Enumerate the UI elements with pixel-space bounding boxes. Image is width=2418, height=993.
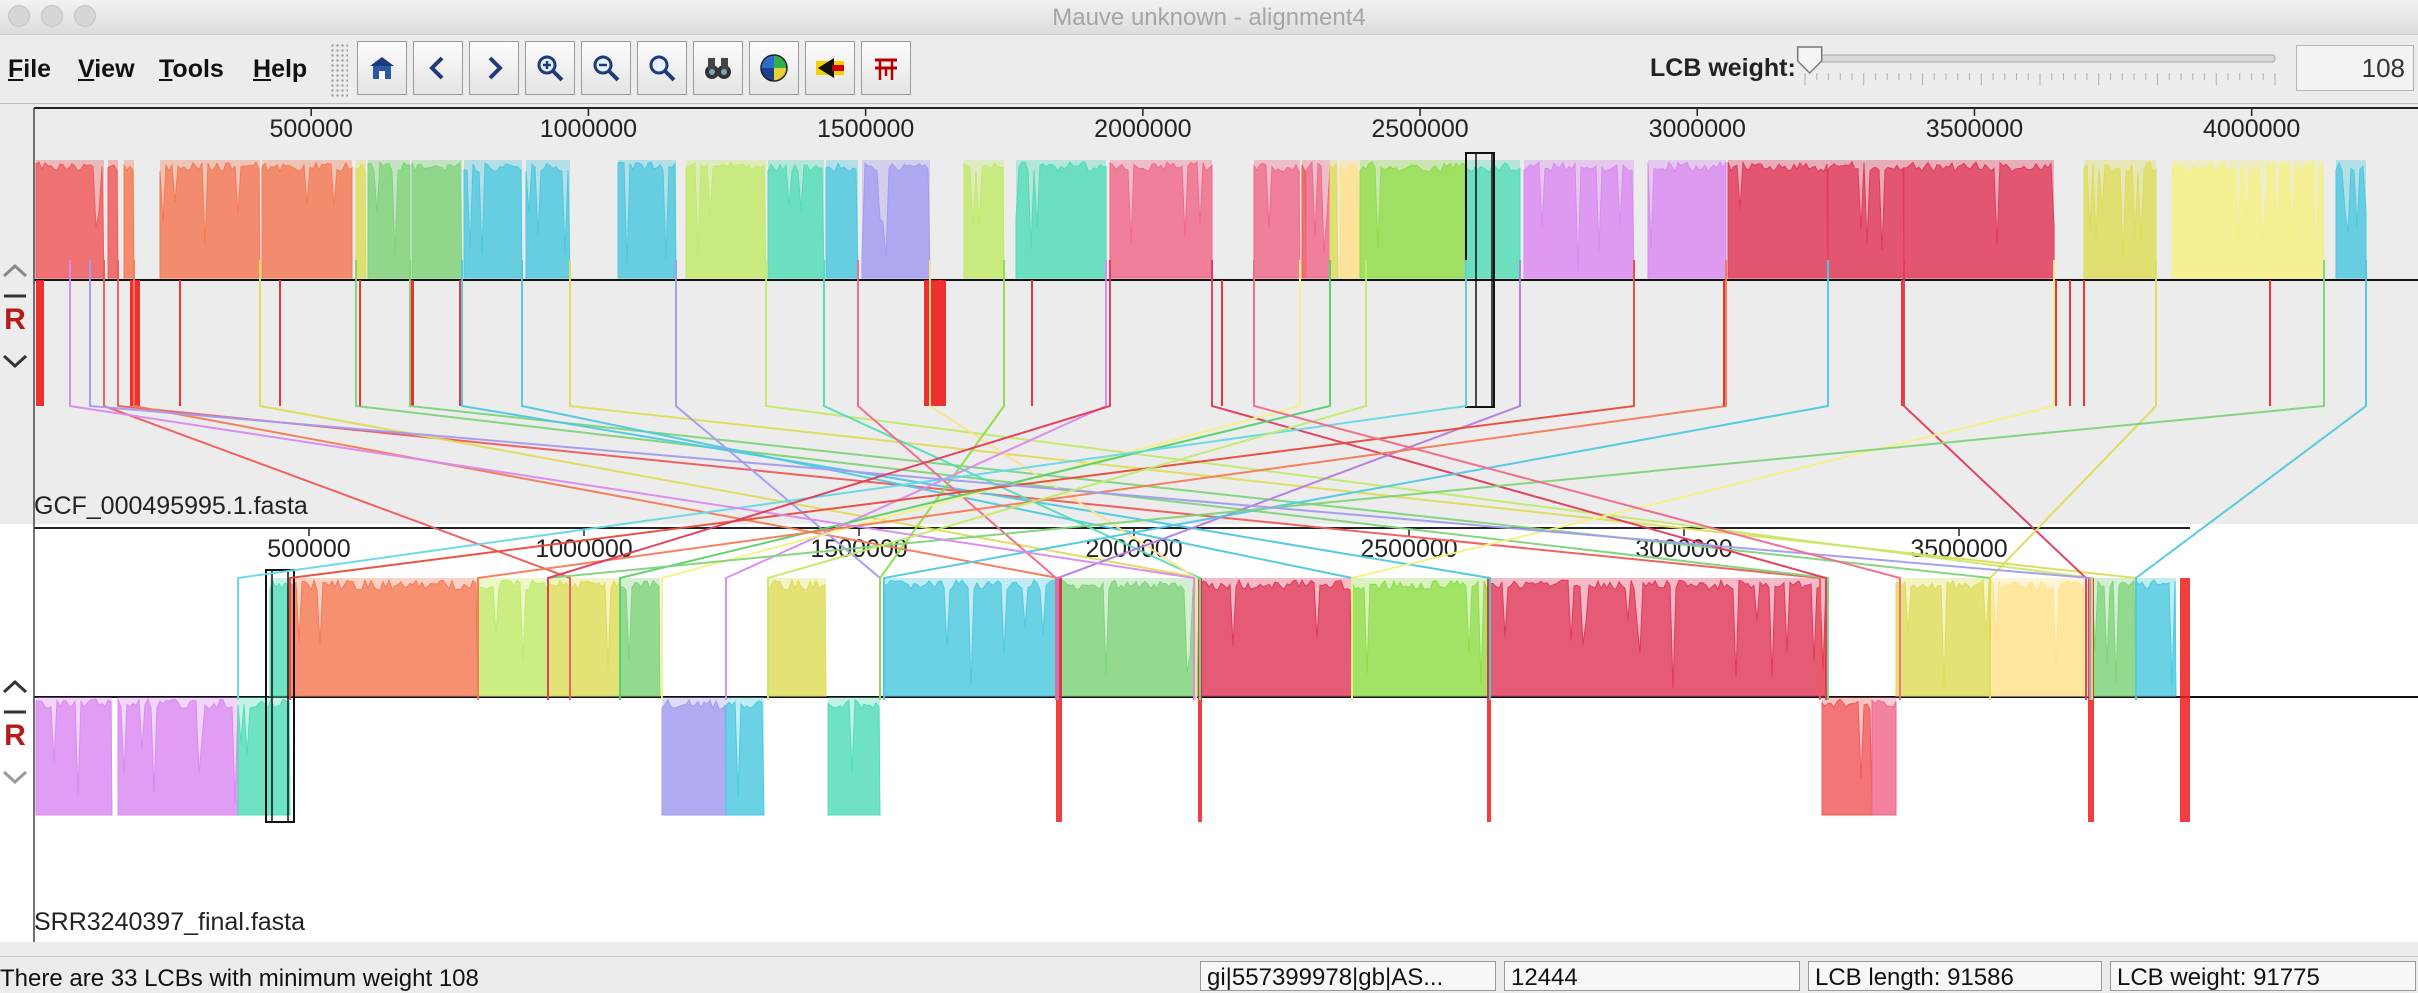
reference-icon[interactable]: R — [4, 719, 26, 752]
reference-icon[interactable]: R — [4, 303, 26, 336]
lcb-weight-status-field: LCB weight: 91775 — [2110, 961, 2416, 991]
svg-text:R: R — [4, 303, 26, 336]
menu-help[interactable]: Help — [253, 55, 307, 84]
menu-view-mnemonic: V — [78, 55, 95, 83]
zoom-out-icon — [593, 55, 620, 82]
lcb-length-field: LCB length: 91586 — [1808, 961, 2102, 991]
move-down-icon[interactable] — [2, 770, 28, 785]
align-bars-icon — [875, 58, 897, 80]
title-bar: Mauve unknown - alignment4 — [0, 0, 2418, 35]
move-up-icon[interactable] — [2, 263, 28, 278]
panel1-controls: R — [2, 263, 28, 369]
scroll-right-button[interactable] — [469, 41, 519, 95]
color-wheel-icon — [760, 54, 788, 82]
binoculars-button[interactable] — [693, 41, 743, 95]
highlight-arrow-button[interactable] — [805, 41, 855, 95]
align-bars-button[interactable] — [861, 41, 911, 95]
genome-name-1: GCF_000495995.1.fasta — [34, 492, 308, 520]
scroll-left-icon — [429, 56, 444, 80]
binoculars-icon — [705, 58, 731, 79]
status-message: There are 33 LCBs with minimum weight 10… — [0, 965, 479, 992]
menu-view[interactable]: View — [78, 55, 135, 84]
menu-tools-mnemonic: T — [159, 55, 173, 83]
menu-help-label: elp — [271, 55, 308, 83]
menu-file-mnemonic: F — [8, 55, 24, 83]
panel2-controls: R — [2, 679, 28, 785]
zoom-out-button[interactable] — [581, 41, 631, 95]
window-title: Mauve unknown - alignment4 — [1052, 4, 1366, 31]
lcb-weight-label: LCB weight: — [1650, 54, 1796, 82]
menu-toolbar: File View Tools Help LCB weight: 108 — [0, 35, 2418, 104]
home-icon — [370, 57, 394, 79]
menu-file[interactable]: File — [8, 55, 51, 84]
svg-text:R: R — [4, 719, 26, 752]
zoom-in-button[interactable] — [525, 41, 575, 95]
lcb-weight-slider[interactable] — [1795, 43, 2285, 91]
genome-panel-1[interactable]: R GCF_000495995.1.fasta — [0, 104, 2418, 522]
color-scheme-button[interactable] — [749, 41, 799, 95]
position-field: 12444 — [1504, 961, 1800, 991]
toolbar-grip[interactable] — [330, 43, 348, 97]
genome-panel-2[interactable]: R SRR3240397_final.fasta — [0, 524, 2418, 942]
genome-name-2: SRR3240397_final.fasta — [34, 908, 306, 936]
lcb-weight-field[interactable]: 108 — [2296, 45, 2414, 91]
scroll-left-button[interactable] — [413, 41, 463, 95]
arrow-left-highlight-icon — [816, 58, 844, 78]
zoom-in-icon — [537, 55, 564, 82]
menu-view-label: iew — [94, 55, 135, 83]
move-up-icon[interactable] — [2, 679, 28, 694]
menu-file-label: ile — [23, 55, 52, 83]
move-down-icon[interactable] — [2, 354, 28, 369]
slider-thumb[interactable] — [1796, 46, 1823, 75]
menu-tools-label: ools — [172, 55, 224, 83]
home-button[interactable] — [357, 41, 407, 95]
slider-ticks — [1804, 73, 2276, 85]
sequence-name-field: gi|557399978|gb|AS... — [1200, 961, 1496, 991]
menu-help-mnemonic: H — [253, 55, 272, 83]
scroll-right-icon — [488, 56, 503, 80]
status-bar: There are 33 LCBs with minimum weight 10… — [0, 956, 2418, 992]
menu-tools[interactable]: Tools — [159, 55, 224, 84]
zoom-search-icon — [649, 55, 676, 82]
zoom-search-button[interactable] — [637, 41, 687, 95]
